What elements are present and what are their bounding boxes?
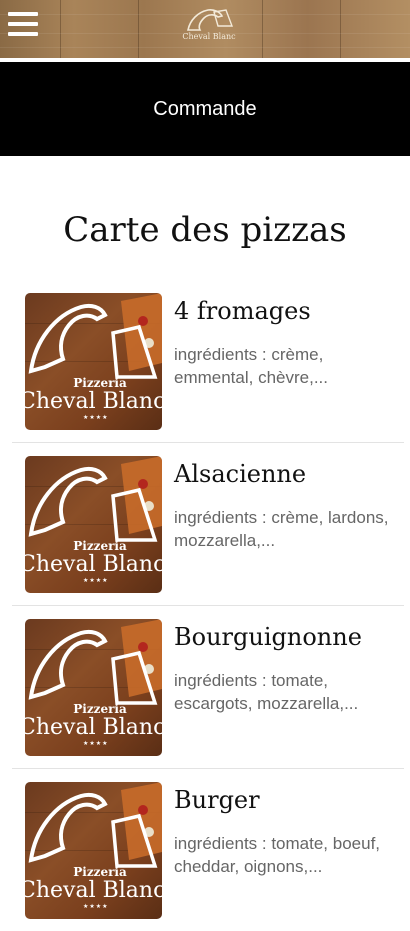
pizza-name: Alsacienne	[174, 460, 307, 488]
pizza-description: ingrédients : crème, lardons, mozzarella…	[174, 508, 389, 550]
pizza-name: 4 fromages	[174, 297, 311, 325]
pizza-thumbnail: Pizzeria Cheval Blanc ★★★★	[25, 293, 162, 430]
hamburger-line	[8, 22, 38, 26]
brand-line-1: Pizzeria	[73, 702, 127, 716]
pizza-thumbnail: Pizzeria Cheval Blanc ★★★★	[25, 619, 162, 756]
hamburger-line	[8, 32, 38, 36]
pizza-item[interactable]: Pizzeria Cheval Blanc ★★★★ Bourguignonne…	[12, 606, 404, 769]
hamburger-icon[interactable]	[8, 12, 38, 36]
brand-line-1: Pizzeria	[73, 865, 127, 879]
pizza-thumbnail: Pizzeria Cheval Blanc ★★★★	[25, 782, 162, 919]
menu-heading: Carte des pizzas	[63, 210, 347, 250]
pizza-description: ingrédients : tomate, boeuf, cheddar, oi…	[174, 834, 381, 876]
pizza-item[interactable]: Pizzeria Cheval Blanc ★★★★ 4 fromages in…	[12, 280, 404, 443]
pizza-thumbnail: Pizzeria Cheval Blanc ★★★★	[25, 456, 162, 593]
brand-line-2: Cheval Blanc	[25, 715, 162, 740]
logo-text: Cheval Blanc	[182, 32, 236, 41]
rating-stars: ★★★★	[83, 577, 109, 584]
brand-line-2: Cheval Blanc	[25, 389, 162, 414]
wood-divider	[138, 0, 139, 58]
title-bar: Commande	[0, 62, 410, 156]
page-title: Commande	[153, 97, 257, 120]
wood-divider	[262, 0, 263, 58]
pizza-name: Bourguignonne	[174, 623, 362, 651]
pizza-description: ingrédients : crème, emmental, chèvre,..…	[174, 345, 329, 387]
pizza-name: Burger	[174, 786, 260, 814]
horse-logo-icon	[187, 9, 234, 31]
rating-stars: ★★★★	[83, 740, 109, 747]
hamburger-line	[8, 12, 38, 16]
pizza-item[interactable]: Pizzeria Cheval Blanc ★★★★ Alsacienne in…	[12, 443, 404, 606]
rating-stars: ★★★★	[83, 414, 109, 421]
brand-line-1: Pizzeria	[73, 539, 127, 553]
wood-divider	[60, 0, 61, 58]
rating-stars: ★★★★	[83, 903, 109, 910]
app-header: Cheval Blanc	[0, 0, 410, 58]
brand-line-2: Cheval Blanc	[25, 552, 162, 577]
pizza-list: Pizzeria Cheval Blanc ★★★★ 4 fromages in…	[12, 280, 404, 931]
pizza-description: ingrédients : tomate, escargots, mozzare…	[174, 671, 359, 713]
brand-line-2: Cheval Blanc	[25, 878, 162, 903]
brand-line-1: Pizzeria	[73, 376, 127, 390]
pizza-item[interactable]: Pizzeria Cheval Blanc ★★★★ Burger ingréd…	[12, 769, 404, 931]
header-logo[interactable]: Cheval Blanc	[178, 4, 240, 52]
wood-divider	[340, 0, 341, 58]
